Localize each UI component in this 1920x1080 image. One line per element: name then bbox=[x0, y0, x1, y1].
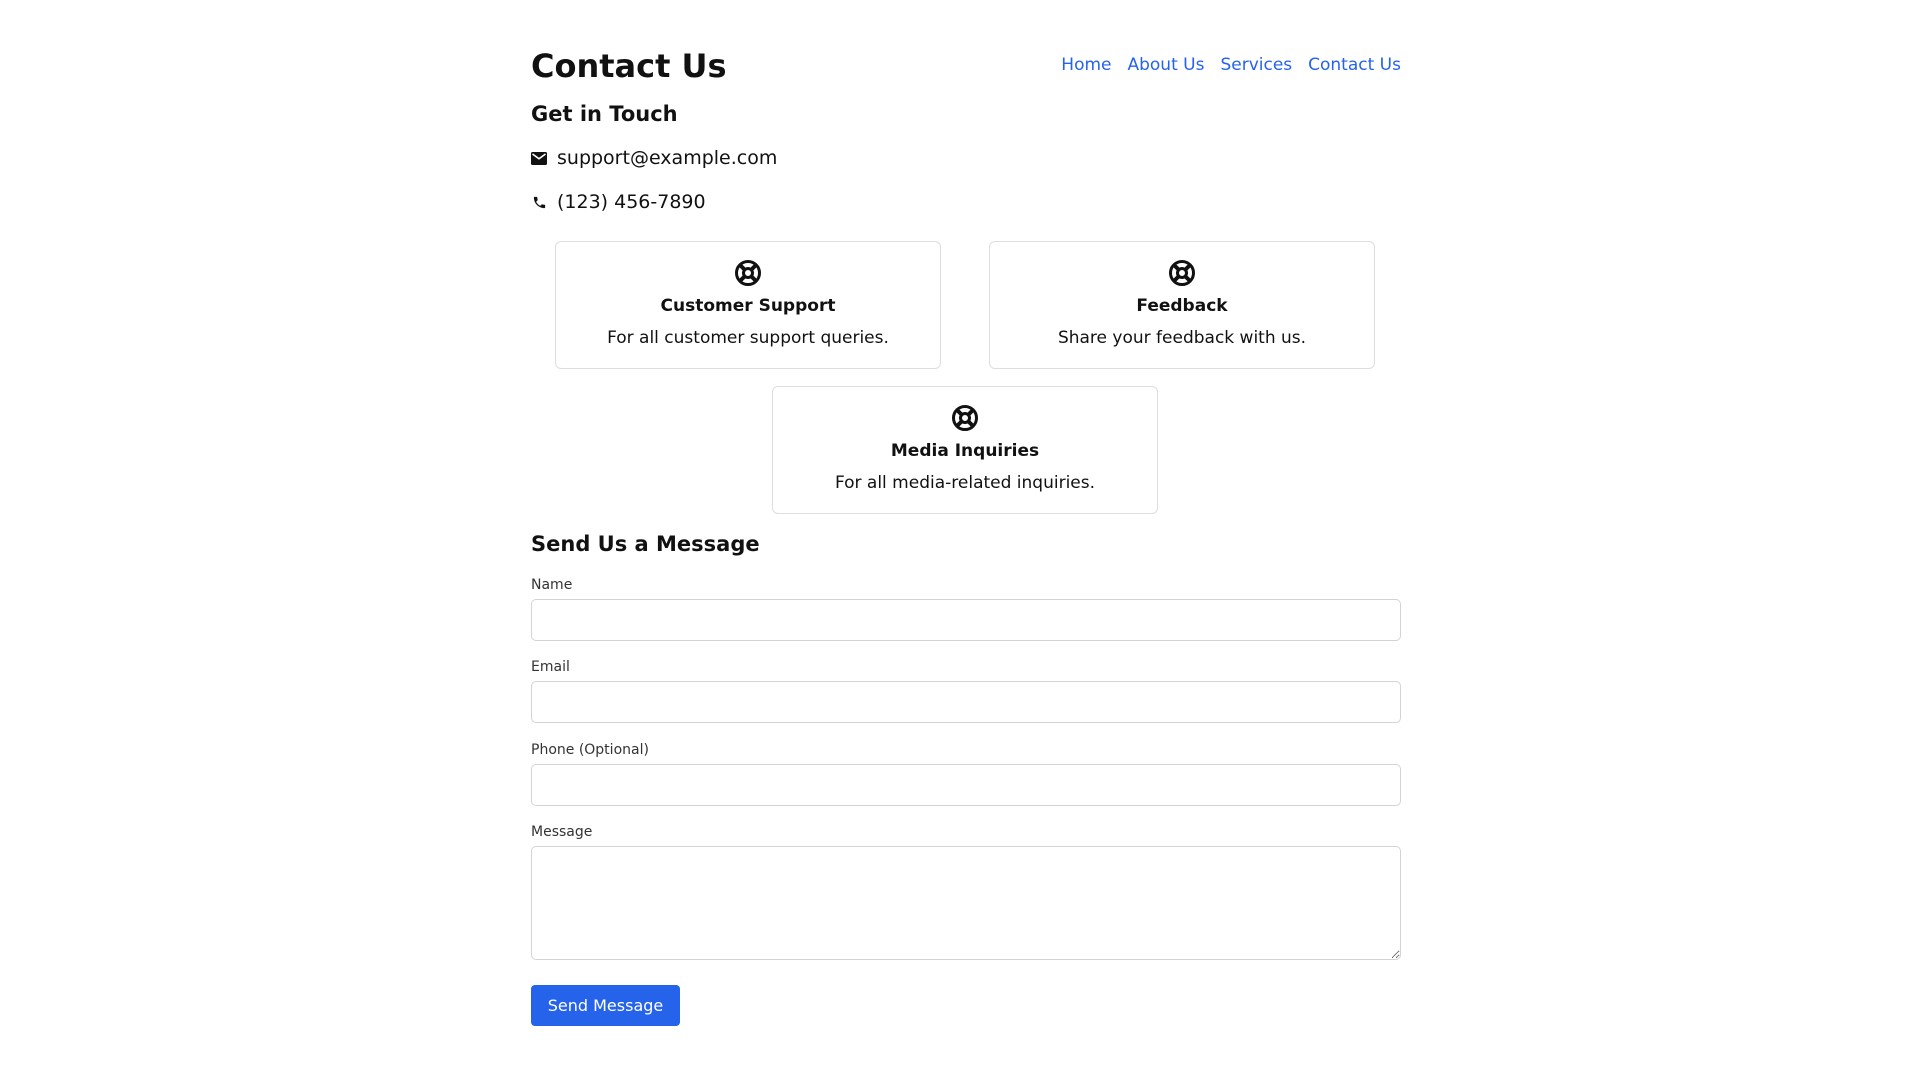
card-title: Feedback bbox=[1136, 296, 1228, 316]
envelope-icon bbox=[531, 150, 547, 166]
message-textarea[interactable] bbox=[531, 846, 1401, 960]
contact-email: support@example.com bbox=[531, 146, 777, 170]
contact-phone: (123) 456-7890 bbox=[531, 190, 706, 214]
nav-link-contact-us[interactable]: Contact Us bbox=[1308, 54, 1401, 76]
card-description: Share your feedback with us. bbox=[1057, 328, 1307, 348]
contact-page: Contact Us Home About Us Services Contac… bbox=[0, 0, 1920, 1080]
contact-phone-text: (123) 456-7890 bbox=[557, 191, 706, 213]
card-customer-support: Customer Support For all customer suppor… bbox=[555, 241, 941, 369]
get-in-touch-heading: Get in Touch bbox=[531, 102, 678, 126]
nav-link-home[interactable]: Home bbox=[1061, 54, 1111, 76]
page-title: Contact Us bbox=[531, 47, 727, 85]
name-label: Name bbox=[531, 577, 573, 593]
send-message-button[interactable]: Send Message bbox=[531, 985, 680, 1026]
lifebuoy-icon bbox=[1169, 260, 1195, 286]
phone-icon bbox=[531, 194, 547, 210]
card-title: Customer Support bbox=[660, 296, 836, 316]
lifebuoy-icon bbox=[952, 405, 978, 431]
email-label: Email bbox=[531, 659, 570, 675]
card-description: For all media-related inquiries. bbox=[834, 473, 1096, 493]
card-description: For all customer support queries. bbox=[607, 328, 889, 348]
lifebuoy-icon bbox=[735, 260, 761, 286]
name-input[interactable] bbox=[531, 599, 1401, 641]
nav-link-services[interactable]: Services bbox=[1220, 54, 1292, 76]
contact-email-text: support@example.com bbox=[557, 147, 778, 169]
message-label: Message bbox=[531, 824, 593, 840]
header: Contact Us Home About Us Services Contac… bbox=[531, 44, 1401, 88]
card-media-inquiries: Media Inquiries For all media-related in… bbox=[772, 386, 1158, 514]
phone-label: Phone (Optional) bbox=[531, 742, 649, 758]
nav-link-about-us[interactable]: About Us bbox=[1127, 54, 1204, 76]
top-nav: Home About Us Services Contact Us bbox=[1061, 54, 1401, 76]
card-title: Media Inquiries bbox=[890, 441, 1040, 461]
send-message-heading: Send Us a Message bbox=[531, 532, 760, 556]
card-feedback: Feedback Share your feedback with us. bbox=[989, 241, 1375, 369]
phone-input[interactable] bbox=[531, 764, 1401, 806]
email-input[interactable] bbox=[531, 681, 1401, 723]
